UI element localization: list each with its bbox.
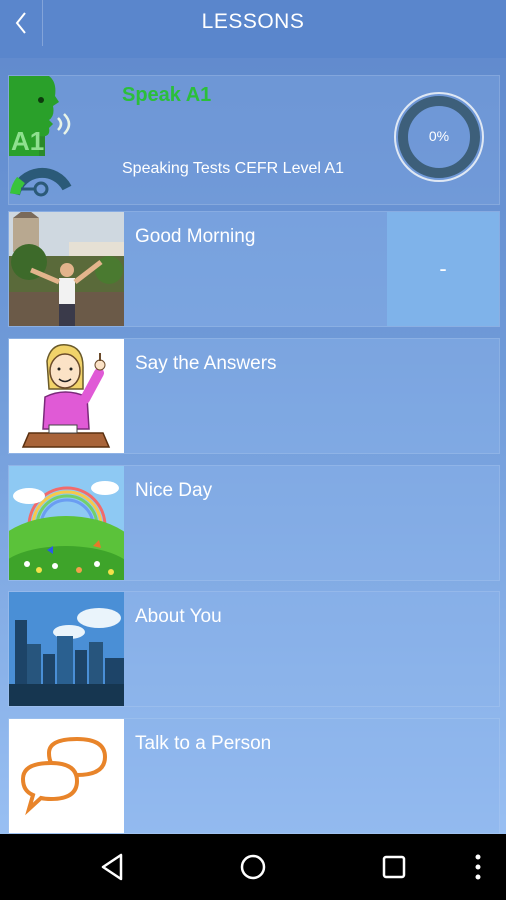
app-bar: LESSONS [0, 0, 506, 58]
more-vertical-icon [475, 854, 481, 880]
course-progress-label: 0% [428, 128, 450, 144]
lesson-thumbnail [9, 339, 124, 453]
lesson-item-nice-day[interactable]: Nice Day [8, 465, 500, 581]
lesson-item-say-the-answers[interactable]: Say the Answers [8, 338, 500, 454]
lesson-score: - [439, 256, 447, 281]
lesson-score-box: - [387, 212, 499, 326]
course-title: Speak A1 [122, 84, 212, 106]
nav-home-icon [240, 854, 266, 880]
lesson-thumbnail [9, 592, 124, 706]
course-subtitle: Speaking Tests CEFR Level A1 [122, 160, 345, 177]
lesson-item-good-morning[interactable]: Good Morning - [8, 211, 500, 327]
nav-back-button[interactable] [97, 851, 129, 883]
more-options-button[interactable] [462, 851, 494, 883]
lesson-title: Say the Answers [135, 353, 277, 374]
course-logo: A1 [9, 76, 79, 204]
lesson-title: Talk to a Person [135, 733, 272, 754]
nav-recents-icon [382, 855, 406, 879]
lesson-title: Good Morning [135, 226, 256, 247]
lesson-thumbnail [9, 212, 124, 326]
lesson-thumbnail [9, 719, 124, 833]
course-logo-text: A1 [11, 126, 44, 156]
lesson-thumbnail [9, 466, 124, 580]
course-progress-ring: 0% [393, 91, 485, 183]
lesson-title: About You [135, 606, 222, 627]
lesson-item-about-you[interactable]: About You [8, 591, 500, 707]
lesson-item-talk-to-a-person[interactable]: Talk to a Person [8, 718, 500, 834]
nav-home-button[interactable] [237, 851, 269, 883]
system-nav-bar [0, 834, 506, 900]
course-header-card: A1 Speak A1 Speaking Tests CEFR Level A1… [8, 75, 500, 205]
page-title: LESSONS [201, 10, 305, 33]
nav-recents-button[interactable] [378, 851, 410, 883]
nav-back-icon [101, 853, 123, 881]
lesson-title: Nice Day [135, 480, 213, 501]
